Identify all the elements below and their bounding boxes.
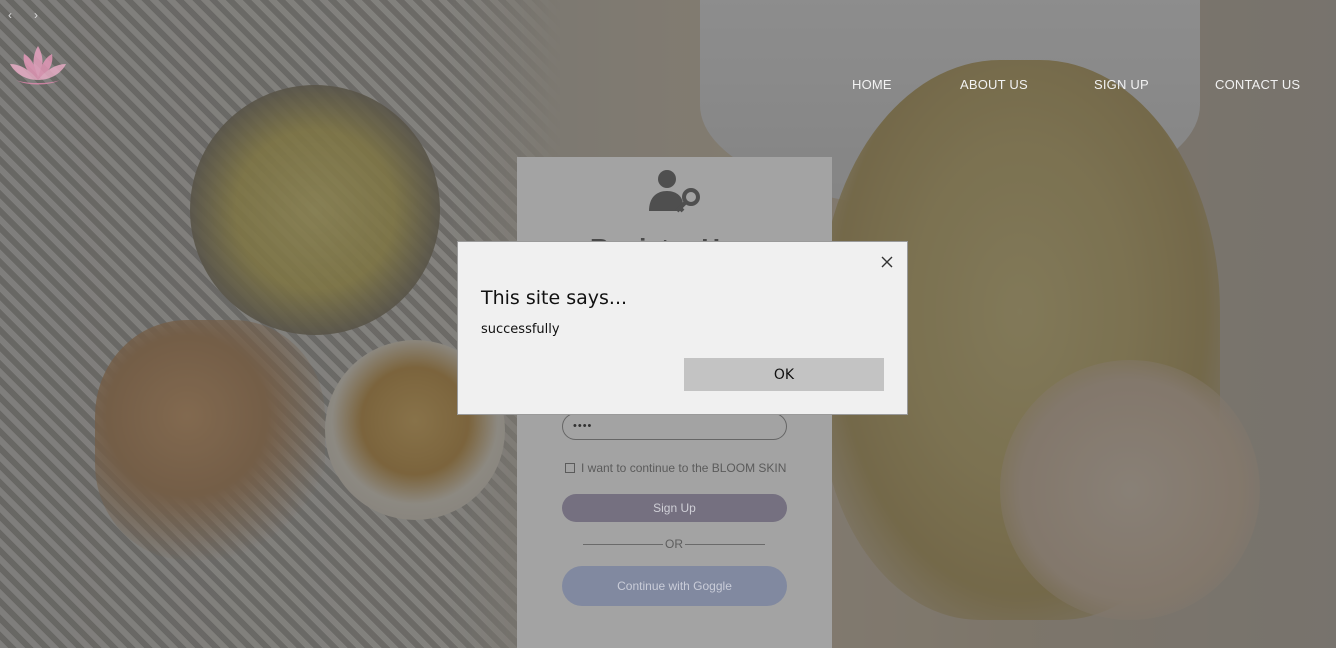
dialog-title: This site says...	[481, 287, 628, 309]
sign-up-button[interactable]: Sign Up	[562, 494, 787, 522]
consent-label: I want to continue to the BLOOM SKIN	[581, 461, 787, 475]
consent-checkbox[interactable]	[565, 463, 575, 473]
consent-checkbox-row[interactable]: I want to continue to the BLOOM SKIN	[565, 461, 786, 475]
nav-sign-up[interactable]: SIGN UP	[1094, 77, 1149, 92]
main-nav: HOME ABOUT US SIGN UP CONTACT US	[0, 77, 1336, 97]
nav-home[interactable]: HOME	[852, 77, 892, 92]
dialog-message: successfully	[481, 322, 560, 337]
nav-contact-us[interactable]: CONTACT US	[1215, 77, 1300, 92]
forward-arrow-icon[interactable]: ›	[34, 8, 60, 22]
close-icon[interactable]	[879, 254, 895, 270]
or-divider: OR	[583, 537, 765, 551]
back-arrow-icon[interactable]: ‹	[8, 8, 34, 22]
continue-with-google-button[interactable]: Continue with Goggle	[562, 566, 787, 606]
password-field[interactable]: ••••	[562, 413, 787, 440]
nav-about-us[interactable]: ABOUT US	[960, 77, 1028, 92]
alert-dialog: This site says... successfully OK	[457, 241, 908, 415]
user-key-icon	[647, 167, 703, 215]
history-arrows: ‹›	[8, 8, 60, 22]
ok-button[interactable]: OK	[684, 358, 884, 391]
